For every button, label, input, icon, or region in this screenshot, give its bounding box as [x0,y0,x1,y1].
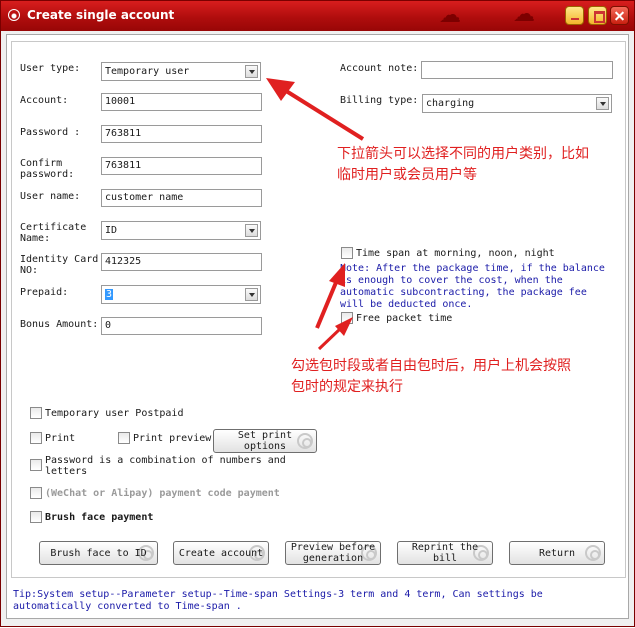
temporary-postpaid-label: Temporary user Postpaid [45,408,184,419]
brush-face-payment-checkbox[interactable] [30,511,42,523]
preview-before-generation-button[interactable]: Preview before generation [285,541,381,565]
brush-face-payment-label: Brush face payment [45,512,154,523]
print-preview-checkbox[interactable] [118,432,130,444]
set-print-options-button[interactable]: Set print options [213,429,317,453]
dropdown-annotation: 下拉箭头可以选择不同的用户类别，比如 临时用户或会员用户等 [337,146,589,183]
create-account-window: Create single account ☁ ☁ User type: Tem… [0,0,635,627]
password-combination-label: Password is a combination of numbers and… [45,455,286,477]
create-account-button[interactable]: Create account [173,541,269,565]
brush-face-to-id-button[interactable]: Brush face to ID [39,541,158,565]
return-button[interactable]: Return [509,541,605,565]
print-checkbox[interactable] [30,432,42,444]
wechat-alipay-checkbox[interactable] [30,487,42,499]
checkbox-arrow-icon [317,326,343,351]
tip-text: Tip:System setup--Parameter setup--Time-… [13,589,543,612]
password-combination-checkbox[interactable] [30,459,42,471]
wechat-alipay-label: (WeChat or Alipay) payment code payment [45,488,280,499]
print-label: Print [45,433,76,444]
temporary-postpaid-checkbox[interactable] [30,407,42,419]
checkbox-arrow-icon [315,279,339,329]
dropdown-arrow-icon [281,87,365,141]
annotation-arrows [266,78,365,351]
print-preview-label: Print preview [133,433,212,444]
reprint-the-bill-button[interactable]: Reprint the bill [397,541,493,565]
checkbox-annotation: 勾选包时段或者自由包时后，用户上机会按照 包时的规定来执行 [291,358,571,395]
swirl-decoration-icon [585,545,601,561]
